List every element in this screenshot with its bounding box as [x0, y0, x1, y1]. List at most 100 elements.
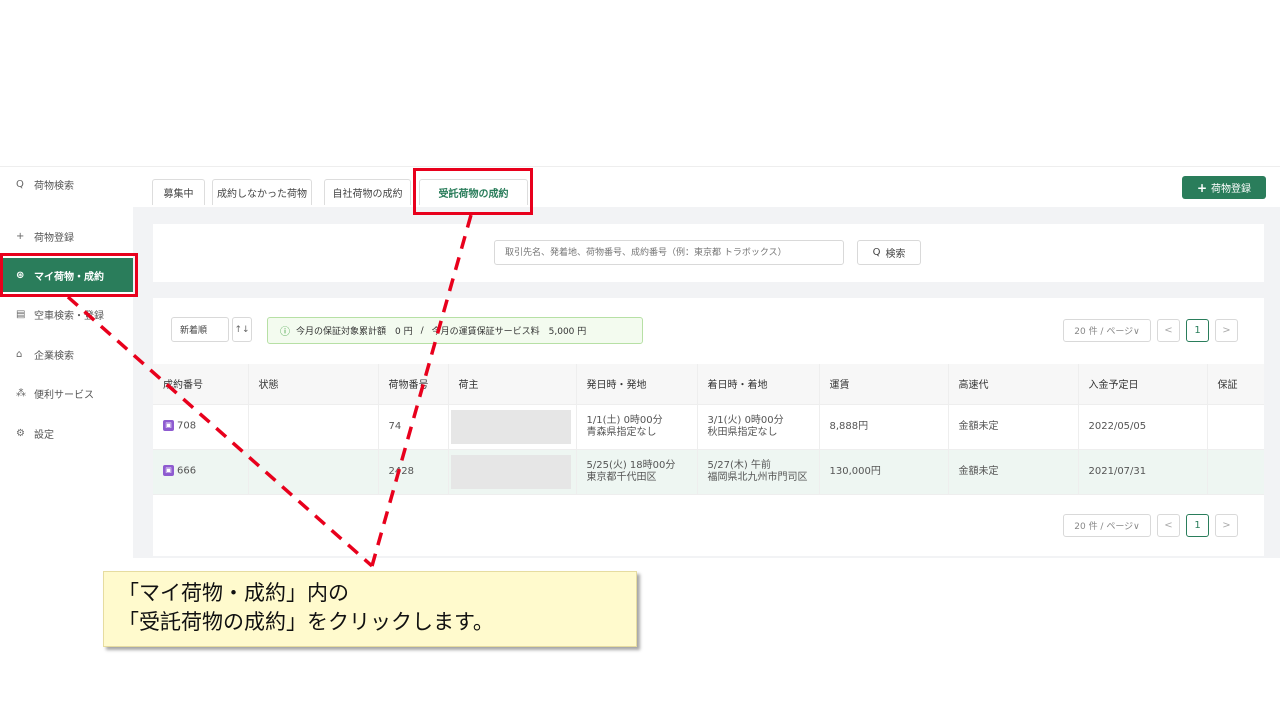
highlight-box-sidebar	[0, 253, 138, 297]
departure-place: 青森県指定なし	[586, 426, 657, 438]
sidebar-item-label: 便利サービス	[34, 389, 94, 401]
sidebar-item-cargo-search[interactable]: Q 荷物検索	[0, 167, 133, 201]
sidebar: Q 荷物検索 + 荷物登録 ⊛ マイ荷物・成約 ▤ 空車検索・登録 ⌂ 企業検索…	[0, 166, 133, 558]
sort-order-icon[interactable]: ↑↓	[232, 317, 252, 342]
masked-shipper	[450, 454, 571, 489]
cargo-number-cell: 2428	[377, 449, 448, 495]
notice-service-fee: 今月の運賃保証サービス料 5,000 円	[431, 327, 587, 337]
fare-cell: 8,888円	[818, 404, 948, 450]
departure-time: 1/1(土) 0時00分	[586, 414, 663, 426]
main-content: 募集中 成約しなかった荷物 自社荷物の成約 受託荷物の成約 + 荷物登録 Q 検…	[133, 166, 1280, 558]
departure-place: 東京都千代田区	[586, 471, 657, 483]
cargo-number-cell: 74	[377, 404, 448, 450]
contract-badge-icon: ▣	[163, 420, 174, 432]
payment-date-cell: 2021/07/31	[1077, 449, 1207, 495]
sidebar-item-company-search[interactable]: ⌂ 企業検索	[0, 337, 133, 371]
home-icon: ⌂	[16, 348, 23, 360]
pagination-top: 20 件 / ページ∨ < 1 >	[1063, 319, 1244, 342]
arrival-time: 3/1(火) 0時00分	[707, 414, 784, 426]
column-header[interactable]: 成約番号	[153, 364, 248, 405]
notice-separator: /	[420, 325, 424, 336]
departure-time: 5/25(火) 18時00分	[586, 459, 676, 471]
sidebar-item-label: 荷物登録	[34, 232, 74, 244]
highlight-box-tab	[413, 168, 533, 215]
shipper-cell	[447, 404, 576, 450]
toll-cell: 金額未定	[947, 404, 1078, 450]
tutorial-screenshot: Q 荷物検索 + 荷物登録 ⊛ マイ荷物・成約 ▤ 空車検索・登録 ⌂ 企業検索…	[0, 0, 1280, 720]
sort-select[interactable]: 新着順	[171, 317, 229, 342]
notice-guarantee-total: 今月の保証対象累計額 0 円	[296, 327, 413, 337]
table-row[interactable]: ▣ 708 74 1/1(土) 0時00分 青森県指定なし 3/1(火) 0時00…	[153, 404, 1264, 450]
guarantee-cell	[1206, 449, 1264, 495]
column-header[interactable]: 入金予定日	[1077, 364, 1207, 405]
sidebar-item-label: 設定	[34, 429, 54, 441]
callout-line-1: 「マイ荷物・成約」内の	[118, 581, 349, 605]
arrival-place: 秋田県指定なし	[707, 426, 778, 438]
network-icon: ⁂	[16, 387, 26, 399]
arrival-cell: 5/27(木) 午前 福岡県北九州市門司区	[696, 449, 819, 495]
column-header[interactable]: 荷物番号	[377, 364, 448, 405]
search-panel: Q 検索	[153, 224, 1264, 282]
contract-number-cell[interactable]: ▣ 666	[153, 449, 248, 495]
contract-number: 666	[177, 465, 197, 477]
search-icon: Q	[16, 178, 24, 190]
sidebar-item-cargo-register[interactable]: + 荷物登録	[0, 219, 133, 253]
status-cell	[247, 449, 378, 495]
tab-own-contracts[interactable]: 自社荷物の成約	[324, 179, 411, 205]
toll-cell: 金額未定	[947, 449, 1078, 495]
arrival-cell: 3/1(火) 0時00分 秋田県指定なし	[696, 404, 819, 450]
pagination-bottom: 20 件 / ページ∨ < 1 >	[1063, 514, 1244, 537]
column-header[interactable]: 着日時・着地	[696, 364, 819, 405]
contract-table: 成約番号 状態 荷物番号 荷主 発日時・発地 着日時・着地 運賃 高速代 入金予…	[153, 364, 1264, 495]
sidebar-item-label: 企業検索	[34, 350, 74, 362]
add-cargo-button[interactable]: + 荷物登録	[1182, 176, 1266, 199]
tab-not-contracted[interactable]: 成約しなかった荷物	[212, 179, 312, 205]
fare-cell: 130,000円	[818, 449, 948, 495]
table-header-row: 成約番号 状態 荷物番号 荷主 発日時・発地 着日時・着地 運賃 高速代 入金予…	[153, 364, 1264, 405]
callout-line-2: 「受託荷物の成約」をクリックします。	[118, 610, 494, 634]
sidebar-item-truck-search[interactable]: ▤ 空車検索・登録	[0, 297, 133, 331]
page-number-button[interactable]: 1	[1186, 319, 1209, 342]
sidebar-item-label: 荷物検索	[34, 180, 74, 192]
search-button-label: 検索	[885, 249, 906, 260]
page-number-button[interactable]: 1	[1186, 514, 1209, 537]
guarantee-cell	[1206, 404, 1264, 450]
table-row[interactable]: ▣ 666 2428 5/25(火) 18時00分 東京都千代田区 5/27(木)…	[153, 449, 1264, 495]
column-header[interactable]: 高速代	[947, 364, 1078, 405]
status-cell	[247, 404, 378, 450]
search-button[interactable]: Q 検索	[857, 240, 921, 265]
sidebar-item-label: 空車検索・登録	[34, 310, 104, 322]
plus-icon: +	[16, 230, 25, 242]
shipper-cell	[447, 449, 576, 495]
contract-number-cell[interactable]: ▣ 708	[153, 404, 248, 450]
column-header[interactable]: 状態	[247, 364, 378, 405]
prev-page-button[interactable]: <	[1157, 514, 1180, 537]
column-header[interactable]: 保証	[1206, 364, 1264, 405]
search-input[interactable]	[494, 240, 844, 265]
tab-recruiting[interactable]: 募集中	[152, 179, 205, 205]
guarantee-notice: ⓘ 今月の保証対象累計額 0 円 / 今月の運賃保証サービス料 5,000 円	[267, 317, 643, 344]
page-size-select[interactable]: 20 件 / ページ∨	[1063, 319, 1151, 342]
column-header[interactable]: 荷主	[447, 364, 576, 405]
add-cargo-label: 荷物登録	[1211, 184, 1252, 195]
plus-icon: +	[1196, 180, 1208, 195]
column-header[interactable]: 発日時・発地	[575, 364, 697, 405]
gear-icon: ⚙	[16, 427, 25, 439]
sidebar-item-settings[interactable]: ⚙ 設定	[0, 416, 133, 450]
prev-page-button[interactable]: <	[1157, 319, 1180, 342]
page-size-select[interactable]: 20 件 / ページ∨	[1063, 514, 1151, 537]
info-icon: ⓘ	[280, 327, 290, 338]
sidebar-item-services[interactable]: ⁂ 便利サービス	[0, 376, 133, 410]
column-header[interactable]: 運賃	[818, 364, 948, 405]
next-page-button[interactable]: >	[1215, 319, 1238, 342]
instruction-callout: 「マイ荷物・成約」内の 「受託荷物の成約」をクリックします。	[103, 571, 637, 647]
contract-badge-icon: ▣	[163, 465, 174, 477]
calendar-icon: ▤	[16, 308, 26, 320]
payment-date-cell: 2022/05/05	[1077, 404, 1207, 450]
arrival-time: 5/27(木) 午前	[707, 459, 771, 471]
contract-list-panel: 新着順 ↑↓ ⓘ 今月の保証対象累計額 0 円 / 今月の運賃保証サービス料 5…	[153, 298, 1264, 556]
tab-bar: 募集中 成約しなかった荷物 自社荷物の成約 受託荷物の成約 + 荷物登録	[133, 167, 1280, 207]
departure-cell: 5/25(火) 18時00分 東京都千代田区	[575, 449, 697, 495]
next-page-button[interactable]: >	[1215, 514, 1238, 537]
departure-cell: 1/1(土) 0時00分 青森県指定なし	[575, 404, 697, 450]
